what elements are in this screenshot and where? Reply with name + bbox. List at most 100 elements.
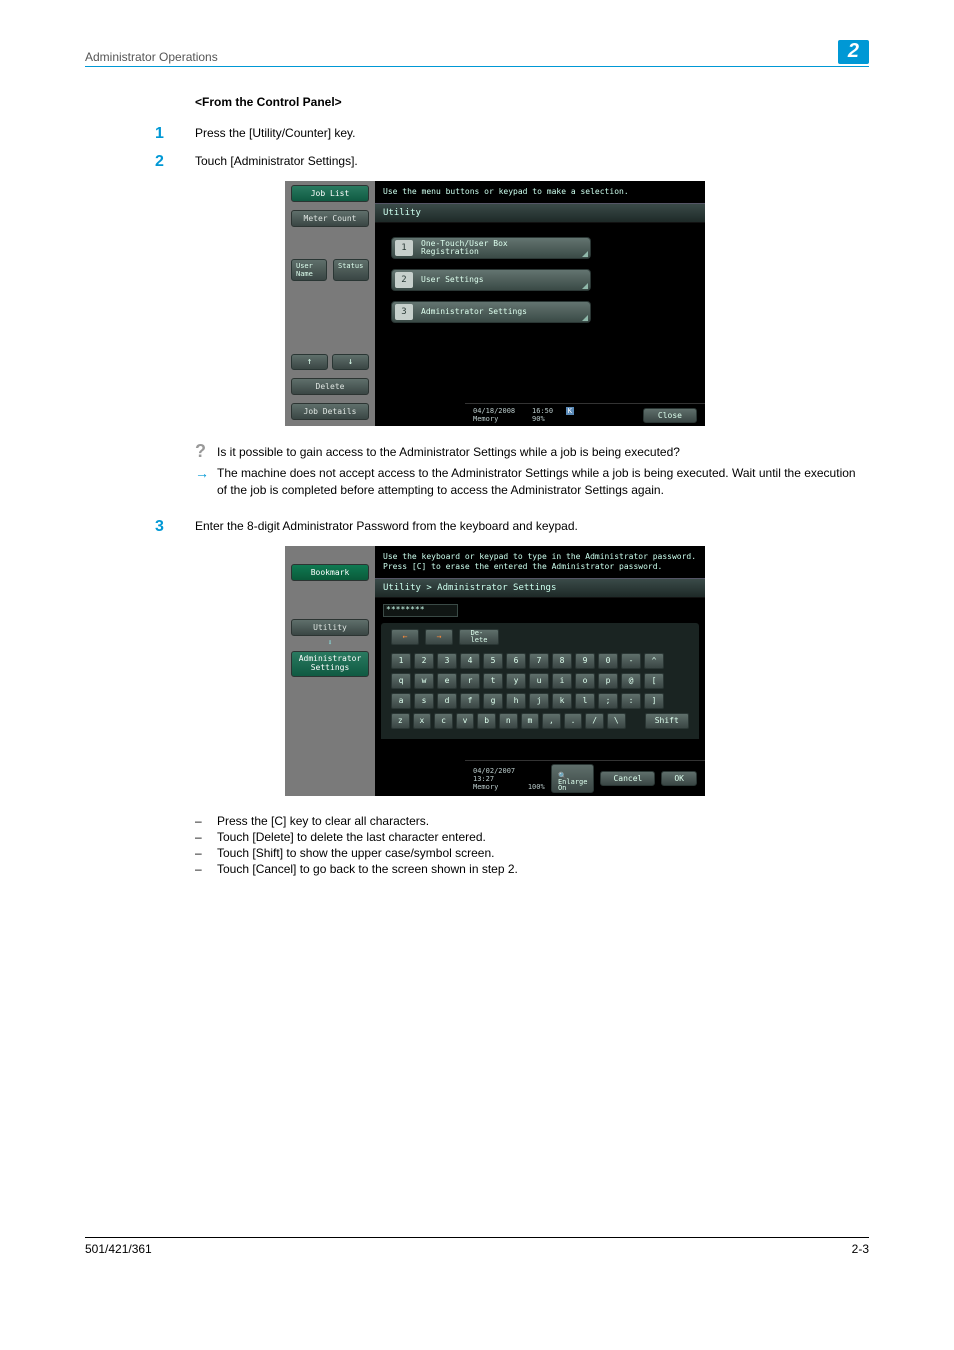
- key-b[interactable]: b: [477, 713, 496, 729]
- key-q[interactable]: q: [391, 673, 411, 689]
- key-;[interactable]: ;: [598, 693, 618, 709]
- cancel-button[interactable]: Cancel: [600, 771, 655, 786]
- key-,[interactable]: ,: [542, 713, 561, 729]
- note-answer: The machine does not accept access to th…: [217, 465, 859, 499]
- key-4[interactable]: 4: [460, 653, 480, 669]
- page-header: Administrator Operations 2: [85, 40, 869, 67]
- key-8[interactable]: 8: [552, 653, 572, 669]
- label-user-name: User Name: [291, 259, 327, 281]
- screenshot-utility-menu: Job List Meter Count User Name Status ↑ …: [285, 181, 705, 426]
- ok-button[interactable]: OK: [661, 771, 697, 786]
- key-c[interactable]: c: [434, 713, 453, 729]
- key-f[interactable]: f: [460, 693, 480, 709]
- key-s[interactable]: s: [414, 693, 434, 709]
- key-w[interactable]: w: [414, 673, 434, 689]
- enlarge-toggle[interactable]: 🔍 Enlarge On: [551, 764, 595, 793]
- key-g[interactable]: g: [483, 693, 503, 709]
- key-o[interactable]: o: [575, 673, 595, 689]
- key-:[interactable]: :: [621, 693, 641, 709]
- footer-left: 501/421/361: [85, 1242, 152, 1256]
- step-number-2: 2: [155, 153, 195, 171]
- panel2-footer-info: 04/02/2007 13:27 Memory 100%: [473, 767, 551, 791]
- panel2-instruction: Use the keyboard or keypad to type in th…: [375, 546, 705, 577]
- shift-key[interactable]: Shift: [645, 713, 689, 729]
- step-number-3: 3: [155, 518, 195, 536]
- key-x[interactable]: x: [413, 713, 432, 729]
- key-[[interactable]: [: [644, 673, 664, 689]
- step-text-1: Press the [Utility/Counter] key.: [195, 125, 859, 143]
- key-a[interactable]: a: [391, 693, 411, 709]
- key-7[interactable]: 7: [529, 653, 549, 669]
- tab-bookmark[interactable]: Bookmark: [291, 564, 369, 581]
- panel-instruction: Use the menu buttons or keypad to make a…: [375, 181, 705, 203]
- label-status: Status: [333, 259, 369, 281]
- arrow-up-button[interactable]: ↑: [291, 354, 328, 370]
- cursor-left-button[interactable]: ←: [391, 629, 419, 645]
- delete-key[interactable]: De- lete: [459, 629, 499, 645]
- key-^[interactable]: ^: [644, 653, 664, 669]
- status-icon: K: [566, 407, 574, 415]
- section-subheading: <From the Control Panel>: [195, 95, 859, 109]
- key-e[interactable]: e: [437, 673, 457, 689]
- tab-job-list[interactable]: Job List: [291, 185, 369, 202]
- cursor-right-button[interactable]: →: [425, 629, 453, 645]
- job-details-button[interactable]: Job Details: [291, 403, 369, 420]
- kb-row-2: qwertyuiop@[: [391, 673, 689, 689]
- key-1[interactable]: 1: [391, 653, 411, 669]
- delete-button[interactable]: Delete: [291, 378, 369, 395]
- footer-right: 2-3: [852, 1242, 869, 1256]
- bullet-1: Press the [C] key to clear all character…: [217, 814, 859, 828]
- key-/[interactable]: /: [585, 713, 604, 729]
- tab-admin-settings[interactable]: Administrator Settings: [291, 651, 369, 677]
- key-z[interactable]: z: [391, 713, 410, 729]
- key-p[interactable]: p: [598, 673, 618, 689]
- bullet-2: Touch [Delete] to delete the last charac…: [217, 830, 859, 844]
- key-9[interactable]: 9: [575, 653, 595, 669]
- tab-utility[interactable]: Utility: [291, 619, 369, 636]
- key-\[interactable]: \: [607, 713, 626, 729]
- tab-meter-count[interactable]: Meter Count: [291, 210, 369, 227]
- key-i[interactable]: i: [552, 673, 572, 689]
- key-@[interactable]: @: [621, 673, 641, 689]
- key-l[interactable]: l: [575, 693, 595, 709]
- kb-row-1: 1234567890-^: [391, 653, 689, 669]
- note-question: Is it possible to gain access to the Adm…: [217, 444, 680, 461]
- key-m[interactable]: m: [521, 713, 540, 729]
- key-j[interactable]: j: [529, 693, 549, 709]
- key-][interactable]: ]: [644, 693, 664, 709]
- key-t[interactable]: t: [483, 673, 503, 689]
- key-h[interactable]: h: [506, 693, 526, 709]
- arrow-down-button[interactable]: ↓: [332, 354, 369, 370]
- key-r[interactable]: r: [460, 673, 480, 689]
- menu-one-touch[interactable]: 1 One-Touch/User Box Registration: [391, 237, 591, 259]
- key-n[interactable]: n: [499, 713, 518, 729]
- key-.[interactable]: .: [564, 713, 583, 729]
- step-number-1: 1: [155, 125, 195, 143]
- key-v[interactable]: v: [456, 713, 475, 729]
- keyboard-area: ← → De- lete 1234567890-^ qwertyuiop@[ a…: [381, 623, 699, 739]
- key-d[interactable]: d: [437, 693, 457, 709]
- panel2-title: Utility > Administrator Settings: [375, 578, 705, 598]
- key--[interactable]: -: [621, 653, 641, 669]
- panel-footer-info: 04/18/2008 16:50 K Memory 90%: [473, 407, 574, 423]
- panel-title: Utility: [375, 203, 705, 223]
- key-3[interactable]: 3: [437, 653, 457, 669]
- arrow-right-icon: →: [195, 465, 209, 481]
- step-text-3: Enter the 8-digit Administrator Password…: [195, 518, 859, 536]
- question-icon: ?: [195, 441, 206, 461]
- key-2[interactable]: 2: [414, 653, 434, 669]
- key-5[interactable]: 5: [483, 653, 503, 669]
- menu-admin-settings[interactable]: 3 Administrator Settings: [391, 301, 591, 323]
- key-k[interactable]: k: [552, 693, 572, 709]
- chevron-down-icon: ⬇: [285, 638, 375, 647]
- key-6[interactable]: 6: [506, 653, 526, 669]
- chapter-badge: 2: [838, 40, 869, 64]
- kb-row-4: zxcvbnm,./\ Shift: [391, 713, 689, 729]
- close-button[interactable]: Close: [643, 408, 697, 423]
- key-0[interactable]: 0: [598, 653, 618, 669]
- menu-user-settings[interactable]: 2 User Settings: [391, 269, 591, 291]
- key-u[interactable]: u: [529, 673, 549, 689]
- password-input[interactable]: ********: [383, 604, 458, 617]
- key-y[interactable]: y: [506, 673, 526, 689]
- bullet-3: Touch [Shift] to show the upper case/sym…: [217, 846, 859, 860]
